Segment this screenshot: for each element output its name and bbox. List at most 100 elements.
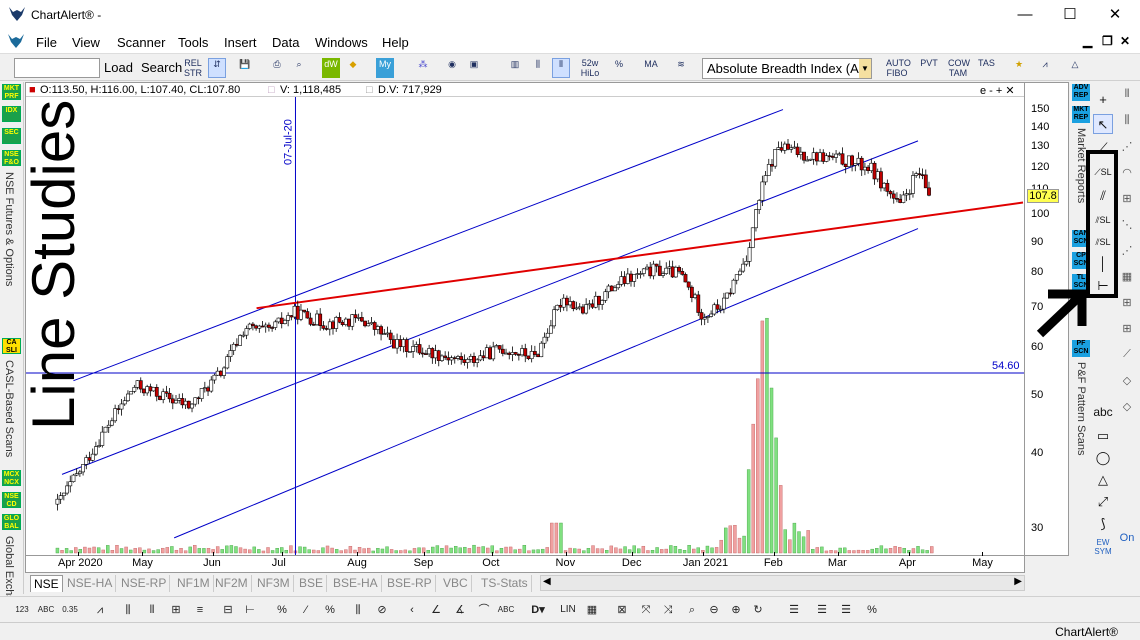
- percent-icon[interactable]: %: [610, 58, 628, 78]
- ellipse-icon[interactable]: ◯: [1093, 448, 1113, 468]
- pnf-pattern-scans-label[interactable]: P&F Pattern Scans: [1075, 362, 1087, 456]
- menu-help[interactable]: Help: [382, 35, 409, 50]
- global-exchs-label[interactable]: Global Exchs: [3, 536, 15, 601]
- vbars-icon[interactable]: ⫼: [348, 601, 368, 619]
- sequence-035-icon[interactable]: 0.35: [60, 601, 80, 619]
- doc-list-icon[interactable]: ☰: [784, 601, 804, 619]
- percent-small-icon[interactable]: %: [272, 601, 292, 619]
- zoom-fit-icon[interactable]: ⊠: [612, 601, 632, 619]
- idx-button[interactable]: IDX: [2, 106, 21, 122]
- mdi-restore-button[interactable]: ❐: [1102, 34, 1113, 48]
- angle-icon[interactable]: ∠: [426, 601, 446, 619]
- save-icon[interactable]: 💾: [236, 58, 254, 78]
- sec-button[interactable]: SEC: [2, 128, 21, 144]
- load-button[interactable]: Load: [104, 58, 133, 78]
- tab-bse-ha[interactable]: BSE-HA: [330, 575, 382, 592]
- expand-icon[interactable]: ⤧: [636, 601, 656, 619]
- sector-icon[interactable]: ⁂: [414, 58, 432, 78]
- zigzag-icon[interactable]: ⩘: [1036, 58, 1054, 78]
- price-chart-svg[interactable]: 54.60 07-Jul-20: [26, 97, 1024, 555]
- lt-icon[interactable]: ‹: [402, 601, 422, 619]
- refresh-icon[interactable]: ↻: [748, 601, 768, 619]
- mcx-ncx-button[interactable]: MCX NCX: [2, 470, 21, 486]
- magnify-icon[interactable]: ⌕: [682, 601, 702, 619]
- tab-nse-ha[interactable]: NSE-HA: [64, 575, 117, 592]
- zoom-range-icon[interactable]: ⊟: [218, 601, 238, 619]
- study-select[interactable]: Absolute Breadth Index (AB ▼: [702, 58, 872, 79]
- my-icon[interactable]: My: [376, 58, 394, 78]
- tab-bse[interactable]: BSE: [296, 575, 328, 592]
- symbol-input[interactable]: [14, 58, 100, 78]
- chart-type-icon[interactable]: ▥: [506, 58, 524, 78]
- mkt-prf-button[interactable]: MKT PRF: [2, 84, 21, 100]
- cursor-line-icon[interactable]: ⊢: [240, 601, 260, 619]
- close-button[interactable]: ✕: [1100, 4, 1130, 26]
- candles-icon[interactable]: ⫴: [552, 58, 570, 78]
- scroll-right-icon[interactable]: ▶: [1014, 576, 1022, 587]
- fan-icon[interactable]: ⋰: [1118, 140, 1136, 156]
- menu-data[interactable]: Data: [272, 35, 299, 50]
- adv-rep-button[interactable]: ADV REP: [1072, 84, 1090, 101]
- pattern2-icon[interactable]: ◇: [1118, 400, 1136, 416]
- scroll-left-icon[interactable]: ◀: [543, 576, 551, 587]
- print-preview-icon[interactable]: ⌕: [290, 58, 308, 78]
- nse-cd-button[interactable]: NSE CD: [2, 492, 21, 508]
- gann-icon[interactable]: ⋱: [1118, 218, 1136, 234]
- diamond-icon[interactable]: ◆: [344, 58, 362, 78]
- auto-fibo-button[interactable]: AUTO FIBO: [886, 58, 911, 78]
- search-button[interactable]: Search: [141, 58, 182, 78]
- ew-sym-button[interactable]: EW SYM: [1093, 538, 1113, 558]
- stop-icon[interactable]: ⊘: [372, 601, 392, 619]
- dw-icon[interactable]: dW: [322, 58, 340, 78]
- ratio-icon[interactable]: %: [320, 601, 340, 619]
- nse-fo-button[interactable]: NSE F&O: [2, 150, 21, 166]
- hash-icon[interactable]: ▦: [582, 601, 602, 619]
- casl-scans-label[interactable]: CASL-Based Scans: [3, 360, 15, 457]
- rectangle-icon[interactable]: ▭: [1093, 426, 1113, 446]
- pvt-button[interactable]: PVT: [920, 58, 938, 78]
- arc-icon[interactable]: ◠: [1118, 166, 1136, 182]
- casl-button[interactable]: CA SLI: [2, 338, 21, 354]
- globe-icon[interactable]: ◉: [443, 58, 461, 78]
- mdi-minimize-button[interactable]: ▁: [1083, 34, 1092, 48]
- doc3-icon[interactable]: ☰: [836, 601, 856, 619]
- grid-small-icon[interactable]: ⊞: [166, 601, 186, 619]
- menu-insert[interactable]: Insert: [224, 35, 257, 50]
- mkt-rep-button[interactable]: MKT REP: [1072, 106, 1090, 123]
- star-icon[interactable]: ★: [1010, 58, 1028, 78]
- box-icon[interactable]: ▦: [1118, 270, 1136, 286]
- chevron-down-icon[interactable]: ▼: [859, 59, 871, 78]
- tab-nf1m[interactable]: NF1M: [174, 575, 214, 592]
- ns-icon[interactable]: ⊞: [1118, 296, 1136, 312]
- menu-tools[interactable]: Tools: [178, 35, 208, 50]
- cow-tam-button[interactable]: COW TAM: [948, 58, 970, 78]
- bars-tool-icon[interactable]: ⫼: [1118, 114, 1136, 130]
- chart-panel[interactable]: ■ O:113.50, H:116.00, L:107.40, CL:107.8…: [25, 82, 1025, 556]
- candles-small-icon[interactable]: ⫴: [142, 601, 162, 619]
- sequence-123-icon[interactable]: 123: [12, 601, 32, 619]
- menu-file[interactable]: File: [36, 35, 57, 50]
- align-icon[interactable]: ≡: [190, 601, 210, 619]
- mdi-close-button[interactable]: ✕: [1120, 34, 1130, 48]
- maximize-button[interactable]: ☐: [1055, 4, 1085, 26]
- shrink-icon[interactable]: ⤨: [658, 601, 678, 619]
- percent-doc-icon[interactable]: %: [862, 601, 882, 619]
- tab-nf2m[interactable]: NF2M: [212, 575, 252, 592]
- zoom-out-icon[interactable]: ⊖: [704, 601, 724, 619]
- tab-ts-stats[interactable]: TS-Stats: [478, 575, 532, 592]
- sequence-abc-icon[interactable]: ABC: [36, 601, 56, 619]
- tab-bse-rp[interactable]: BSE-RP: [384, 575, 436, 592]
- chart-link-icon[interactable]: ⇵: [208, 58, 226, 78]
- angle2-icon[interactable]: ∡: [450, 601, 470, 619]
- on-toggle[interactable]: On: [1118, 532, 1136, 548]
- d-menu-icon[interactable]: D▾: [528, 601, 548, 619]
- fork-icon[interactable]: ⟋: [1118, 348, 1136, 364]
- speed-icon[interactable]: ⋰: [1118, 244, 1136, 260]
- tab-nse[interactable]: NSE: [30, 575, 63, 592]
- zigzag-small-icon[interactable]: ⩘: [90, 601, 110, 619]
- chart-window-controls[interactable]: e - + ✕: [980, 84, 1015, 97]
- doc-icon[interactable]: [7, 33, 25, 52]
- pattern-icon[interactable]: ◇: [1118, 374, 1136, 390]
- lin-button[interactable]: LIN: [558, 601, 578, 619]
- studies-icon[interactable]: ⫴: [1118, 88, 1136, 104]
